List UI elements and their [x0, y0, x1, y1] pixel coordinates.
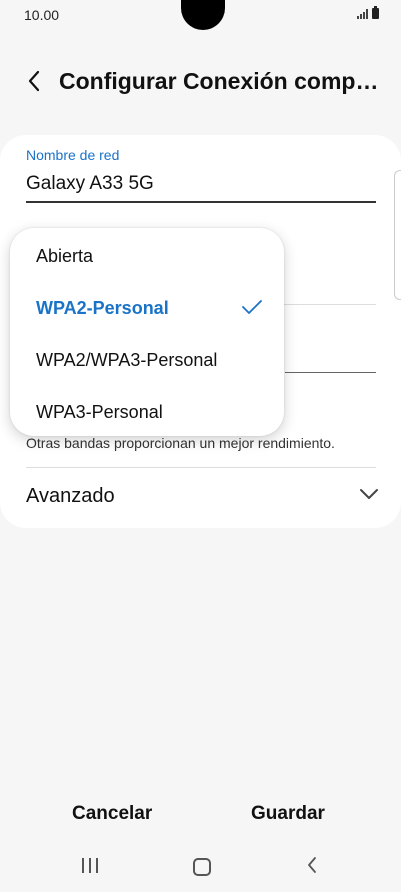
back-button[interactable] — [18, 65, 50, 97]
cancel-button[interactable]: Cancelar — [72, 803, 152, 825]
header: Configurar Conexión compa… — [0, 55, 401, 107]
camera-notch — [181, 0, 225, 30]
password-field-underline — [285, 372, 376, 373]
nav-home-icon[interactable] — [193, 858, 211, 876]
save-button[interactable]: Guardar — [251, 803, 325, 825]
network-name-label: Nombre de red — [26, 147, 120, 163]
network-name-input[interactable]: Galaxy A33 5G — [26, 173, 154, 195]
advanced-row[interactable]: Avanzado — [0, 468, 401, 526]
network-name-underline — [26, 201, 376, 203]
advanced-label: Avanzado — [26, 485, 115, 507]
check-icon — [242, 300, 262, 314]
battery-icon — [372, 6, 379, 19]
option-label: WPA3-Personal — [36, 402, 163, 422]
option-label: WPA2/WPA3-Personal — [36, 350, 218, 370]
status-bar: 10.00 — [0, 0, 401, 30]
navigation-bar — [0, 840, 401, 892]
option-label: WPA2-Personal — [36, 298, 169, 318]
security-dropdown: Abierta WPA2-Personal WPA2/WPA3-Personal… — [10, 228, 284, 436]
nav-back-icon[interactable] — [306, 856, 318, 874]
option-wpa2-wpa3-personal[interactable]: WPA2/WPA3-Personal — [10, 334, 284, 386]
nav-recents-icon[interactable] — [82, 858, 98, 873]
option-wpa2-personal[interactable]: WPA2-Personal — [10, 282, 284, 334]
scroll-indicator[interactable] — [394, 170, 401, 300]
option-wpa3-personal[interactable]: WPA3-Personal — [10, 386, 284, 438]
status-icons — [357, 6, 379, 19]
status-time: 10.00 — [24, 7, 60, 23]
chevron-down-icon — [360, 489, 378, 499]
option-label: Abierta — [36, 246, 94, 266]
option-abierta[interactable]: Abierta — [10, 230, 284, 282]
back-arrow-icon — [28, 70, 40, 92]
signal-icon — [357, 9, 368, 19]
page-title: Configurar Conexión compa… — [59, 68, 389, 94]
